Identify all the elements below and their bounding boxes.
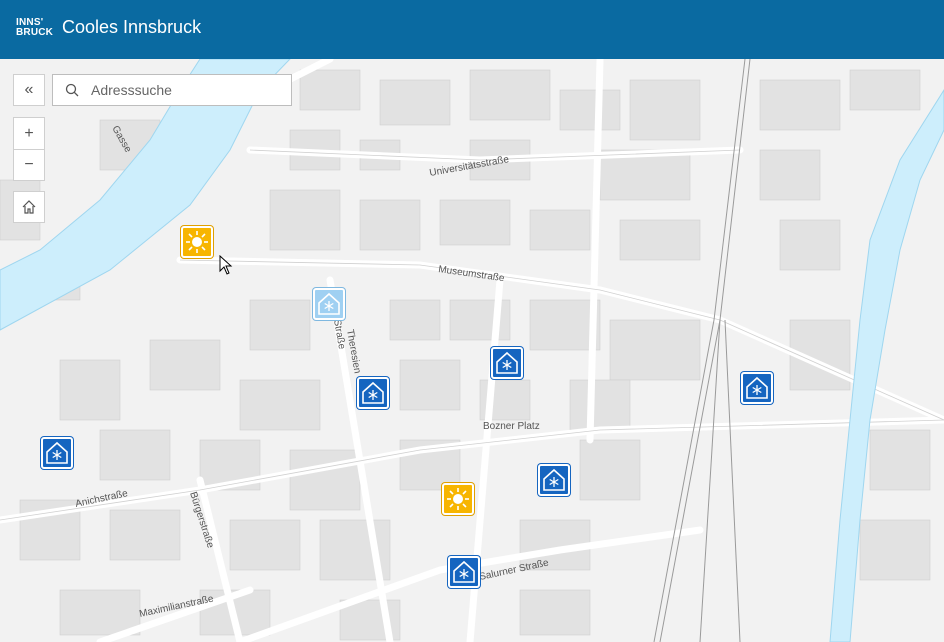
minus-icon: −	[24, 156, 34, 173]
sun-marker[interactable]	[181, 226, 213, 258]
sun-icon	[186, 231, 208, 253]
snowflake-house-icon	[46, 441, 68, 464]
snowflake-house-icon	[453, 560, 475, 583]
cool-place-marker[interactable]	[357, 377, 389, 409]
zoom-in-button[interactable]: +	[13, 117, 45, 149]
chevron-double-left-icon: «	[24, 81, 34, 98]
mouse-cursor-icon	[219, 255, 233, 275]
snowflake-house-icon	[496, 351, 518, 374]
snowflake-house-icon	[362, 381, 384, 404]
address-search-input[interactable]	[89, 81, 273, 99]
search-icon	[65, 83, 79, 97]
app-header: INNS' BRUCK Cooles Innsbruck	[0, 0, 944, 59]
plus-icon: +	[24, 124, 34, 142]
logo-line-2: BRUCK	[16, 27, 54, 38]
collapse-panel-button[interactable]: «	[13, 74, 45, 106]
cool-place-marker[interactable]	[741, 372, 773, 404]
street-label-bozner-platz: Bozner Platz	[483, 421, 540, 432]
snowflake-house-icon	[318, 292, 340, 315]
home-icon	[22, 200, 36, 214]
sun-marker[interactable]	[442, 483, 474, 515]
cool-place-marker[interactable]	[491, 347, 523, 379]
snowflake-house-icon	[543, 468, 565, 491]
cool-place-marker[interactable]	[448, 556, 480, 588]
basemap: Gasse Universitätsstraße Museumstraße St…	[0, 59, 944, 642]
app-title: Cooles Innsbruck	[62, 17, 202, 37]
cool-place-marker[interactable]	[313, 288, 345, 320]
sun-icon	[447, 488, 469, 510]
innsbruck-logo[interactable]: INNS' BRUCK	[16, 18, 54, 40]
home-button[interactable]	[13, 191, 45, 223]
cool-place-marker[interactable]	[538, 464, 570, 496]
address-search[interactable]	[52, 74, 292, 106]
snowflake-house-icon	[746, 376, 768, 399]
zoom-out-button[interactable]: −	[13, 149, 45, 181]
cool-place-marker[interactable]	[41, 437, 73, 469]
map-view[interactable]: Gasse Universitätsstraße Museumstraße St…	[0, 59, 944, 642]
